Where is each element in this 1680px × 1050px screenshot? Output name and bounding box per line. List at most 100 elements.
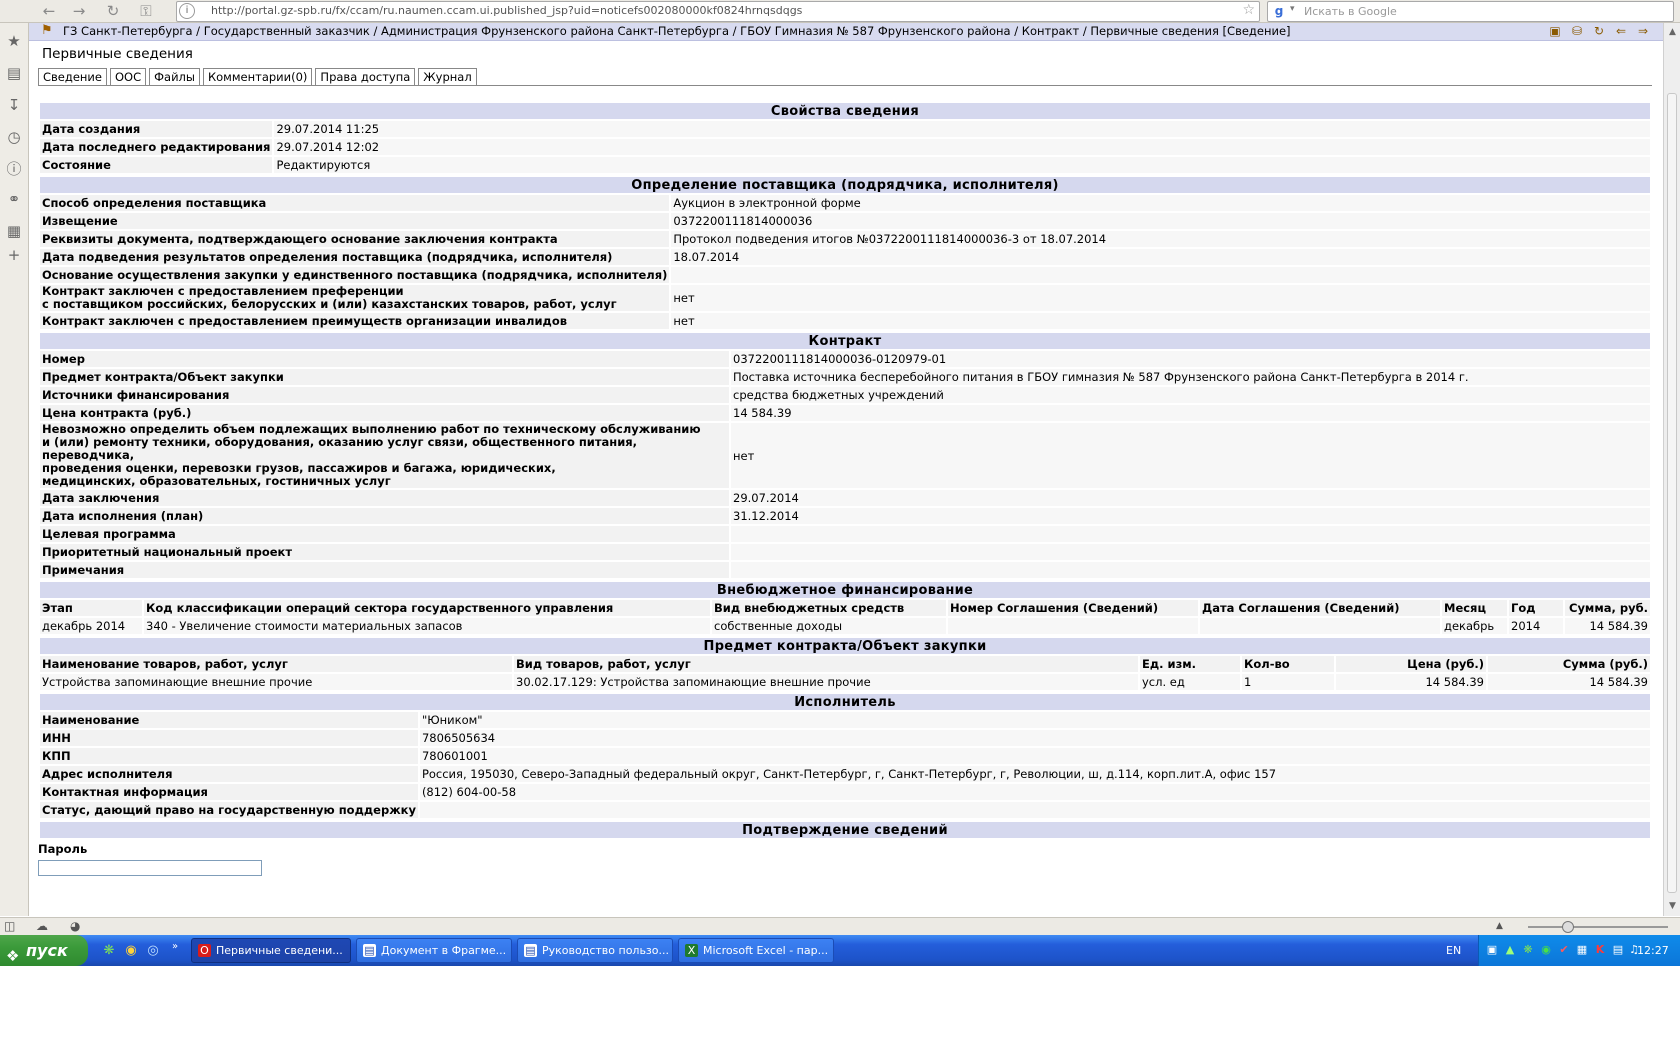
field-label: Приоритетный национальный проект bbox=[40, 544, 729, 560]
tab-journal[interactable]: Журнал bbox=[418, 68, 477, 86]
table-cell: 14 584.39 bbox=[1488, 674, 1650, 690]
tab-comments[interactable]: Комментарии(0) bbox=[202, 68, 313, 86]
zoom-slider[interactable] bbox=[1528, 926, 1668, 928]
scroll-thumb[interactable] bbox=[1667, 93, 1677, 893]
bookmark-star-icon[interactable]: ☆ bbox=[1242, 2, 1255, 18]
tray-clover-icon[interactable]: ❋ bbox=[1521, 943, 1535, 957]
chevron-up-icon[interactable]: ▲ bbox=[1496, 921, 1503, 931]
system-tray: ▣ ▲ ❋ ◉ ✔ ▦ K ▤ ♫ 12:27 bbox=[1478, 935, 1680, 966]
reload-icon[interactable]: ↻ bbox=[104, 2, 122, 20]
taskbar-window-label: Первичные сведени... bbox=[216, 944, 343, 957]
table-row: Приоритетный национальный проект bbox=[40, 544, 1650, 560]
google-icon[interactable]: g bbox=[1271, 3, 1287, 19]
tray-green-circle-icon[interactable]: ◉ bbox=[1539, 943, 1553, 957]
field-label: Наименование bbox=[40, 712, 418, 728]
field-value: (812) 604-00-58 bbox=[419, 784, 1650, 800]
extrabudget-table: Внебюджетное финансирование Этап Код кла… bbox=[38, 580, 1652, 636]
browser-status-bar: ◫ ☁ ◕ ▲ bbox=[0, 917, 1680, 936]
tab-access-rights[interactable]: Права доступа bbox=[315, 68, 416, 86]
folder-icon[interactable]: ▣ bbox=[1546, 23, 1564, 39]
forward-icon[interactable]: ⇒ bbox=[1634, 23, 1652, 39]
table-row: Источники финансирования средства бюджетн… bbox=[40, 387, 1650, 403]
subject-table: Предмет контракта/Объект закупки Наимено… bbox=[38, 636, 1652, 692]
speed-dial-icon[interactable]: ◕ bbox=[70, 919, 80, 933]
tab-oos[interactable]: ООС bbox=[109, 68, 147, 86]
sidebar-panel: ★ ▤ ↧ ◷ ⓘ ⚭ ▦ + bbox=[0, 23, 29, 916]
password-input[interactable] bbox=[38, 860, 262, 876]
field-label: Контракт заключен с предоставлением преи… bbox=[40, 313, 670, 329]
table-cell: декабрь bbox=[1442, 618, 1507, 634]
table-row: Адрес исполнителя Россия, 195030, Северо-… bbox=[40, 766, 1650, 782]
url-text[interactable]: http://portal.gz-spb.ru/fx/ccam/ru.naume… bbox=[211, 4, 802, 17]
vertical-scrollbar[interactable]: ▲ ▼ bbox=[1663, 23, 1680, 916]
executor-table: Исполнитель Наименование "Юником" ИНН 7806… bbox=[38, 692, 1652, 820]
forward-arrow-icon[interactable]: → bbox=[70, 2, 88, 20]
table-row: Дата исполнения (план) 31.12.2014 bbox=[40, 508, 1650, 524]
field-label: Дата заключения bbox=[40, 490, 729, 506]
tab-svedenie[interactable]: Сведение bbox=[38, 68, 107, 86]
taskbar-window-opera[interactable]: O Первичные сведени... bbox=[191, 938, 351, 963]
tray-monitor-icon[interactable]: ▤ bbox=[1611, 943, 1625, 957]
back-icon[interactable]: ⇐ bbox=[1612, 23, 1630, 39]
column-header: Вид внебюджетных средств bbox=[712, 600, 946, 616]
tray-check-icon[interactable]: ✔ bbox=[1557, 943, 1571, 957]
history-icon[interactable]: ◷ bbox=[4, 127, 24, 147]
downloads-icon[interactable]: ↧ bbox=[4, 95, 24, 115]
taskbar-window-manual[interactable]: ▤ Руководство пользо... bbox=[517, 938, 673, 963]
links-icon[interactable]: ⚭ bbox=[4, 189, 24, 209]
tab-files[interactable]: Файлы bbox=[149, 68, 200, 86]
table-cell bbox=[1200, 618, 1440, 634]
scroll-down-icon[interactable]: ▼ bbox=[1664, 899, 1680, 913]
home-icon[interactable]: ⚑ bbox=[41, 23, 53, 38]
panel-toggle-icon[interactable]: ◫ bbox=[4, 919, 15, 933]
taskbar-window-document[interactable]: ▤ Документ в Фрагме... bbox=[356, 938, 512, 963]
field-label: Контракт заключен с предоставлением преф… bbox=[40, 285, 670, 311]
key-icon[interactable]: ⚿ bbox=[134, 2, 158, 20]
taskbar-window-label: Руководство пользо... bbox=[542, 944, 670, 957]
notes-icon[interactable]: ▤ bbox=[4, 63, 24, 83]
scroll-up-icon[interactable]: ▲ bbox=[1664, 25, 1680, 39]
site-info-icon[interactable]: i bbox=[179, 3, 195, 19]
language-indicator[interactable]: EN bbox=[1446, 935, 1461, 966]
field-label: Контактная информация bbox=[40, 784, 418, 800]
field-value: нет bbox=[671, 285, 1650, 311]
more-quicklaunch-icon[interactable]: » bbox=[166, 938, 184, 956]
tray-leaf-icon[interactable]: ▲ bbox=[1503, 943, 1517, 957]
quicklaunch-icon[interactable]: ❋ bbox=[100, 942, 118, 960]
column-header: Год bbox=[1509, 600, 1563, 616]
tray-app-icon[interactable]: ▣ bbox=[1485, 943, 1499, 957]
chevron-down-icon[interactable]: ▾ bbox=[1290, 4, 1295, 14]
address-bar[interactable]: i http://portal.gz-spb.ru/fx/ccam/ru.nau… bbox=[176, 1, 1260, 22]
bookmarks-star-icon[interactable]: ★ bbox=[4, 31, 24, 51]
field-value bbox=[731, 526, 1650, 542]
clock[interactable]: 12:27 bbox=[1637, 935, 1669, 966]
search-box[interactable]: g ▾ Искать в Google bbox=[1267, 1, 1674, 22]
table-row: ИНН 7806505634 bbox=[40, 730, 1650, 746]
search-placeholder[interactable]: Искать в Google bbox=[1304, 5, 1397, 18]
page-title: Первичные сведения bbox=[42, 46, 193, 62]
tray-network-icon[interactable]: ▦ bbox=[1575, 943, 1589, 957]
zoom-slider-handle[interactable] bbox=[1562, 921, 1574, 933]
table-row: Контактная информация (812) 604-00-58 bbox=[40, 784, 1650, 800]
taskbar-window-excel[interactable]: X Microsoft Excel - пар... bbox=[678, 938, 834, 963]
start-button[interactable]: ❖ пуск bbox=[0, 935, 88, 966]
info-icon[interactable]: ⓘ bbox=[4, 159, 24, 179]
column-header: Код классификации операций сектора госуд… bbox=[144, 600, 710, 616]
panels-icon[interactable]: ▦ bbox=[4, 221, 24, 241]
field-label: Целевая программа bbox=[40, 526, 729, 542]
add-panel-icon[interactable]: + bbox=[4, 245, 24, 265]
breadcrumb-bar: ⚑ ГЗ Санкт-Петербурга / Государственный … bbox=[29, 23, 1663, 41]
chrome-icon[interactable]: ◉ bbox=[122, 942, 140, 960]
back-arrow-icon[interactable]: ← bbox=[40, 2, 58, 20]
tray-antivirus-icon[interactable]: K bbox=[1593, 943, 1607, 957]
ie-icon[interactable]: ◎ bbox=[144, 942, 162, 960]
table-cell: 14 584.39 bbox=[1565, 618, 1650, 634]
cloud-icon[interactable]: ☁ bbox=[36, 919, 48, 933]
refresh-icon[interactable]: ↻ bbox=[1590, 23, 1608, 39]
field-label: Дата последнего редактирования bbox=[40, 139, 273, 155]
breadcrumb[interactable]: ГЗ Санкт-Петербурга / Государственный за… bbox=[63, 24, 1291, 38]
field-label: Источники финансирования bbox=[40, 387, 729, 403]
lock-icon[interactable]: ⛁ bbox=[1568, 23, 1586, 39]
table-cell: 14 584.39 bbox=[1336, 674, 1486, 690]
table-cell: 340 - Увеличение стоимости материальных … bbox=[144, 618, 710, 634]
